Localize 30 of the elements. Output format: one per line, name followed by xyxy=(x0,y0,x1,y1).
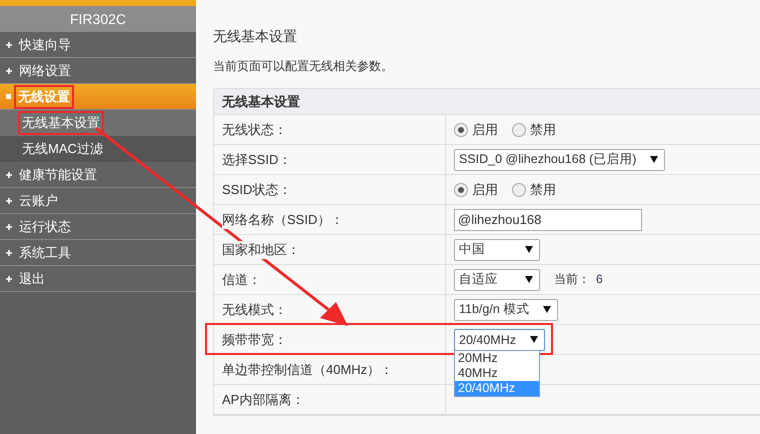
square-icon xyxy=(6,94,11,99)
plus-icon xyxy=(6,224,12,230)
caret-icon xyxy=(525,246,533,253)
caret-icon xyxy=(543,306,552,313)
plus-icon xyxy=(6,172,12,178)
plus-icon xyxy=(6,276,12,282)
page-title: 无线基本设置 xyxy=(213,28,298,46)
dropdown-select[interactable]: 自适应 xyxy=(454,268,540,290)
radio-option[interactable]: 启用 xyxy=(454,180,498,198)
dropdown-select[interactable]: 11b/g/n 模式 xyxy=(454,298,558,320)
caret-icon xyxy=(650,156,658,163)
sidebar-subitem[interactable]: 无线基本设置 xyxy=(0,110,196,136)
sidebar-subitem[interactable]: 无线MAC过滤 xyxy=(0,136,196,162)
current-channel-label: 当前： 6 xyxy=(554,271,603,288)
input-field[interactable]: @lihezhou168 xyxy=(454,208,642,230)
caret-icon xyxy=(525,276,533,283)
radio-option[interactable]: 禁用 xyxy=(512,180,556,198)
device-title: FIR302C xyxy=(0,6,196,32)
plus-icon xyxy=(6,68,12,74)
dropdown-select[interactable]: SSID_0 @lihezhou168 (已启用) xyxy=(454,148,666,170)
dropdown-select[interactable]: 中国 xyxy=(454,238,540,260)
page-description: 当前页面可以配置无线相关参数。 xyxy=(213,58,394,75)
table-header: 无线基本设置 xyxy=(214,89,760,115)
radio-option[interactable]: 禁用 xyxy=(512,120,556,138)
plus-icon xyxy=(6,42,12,48)
plus-icon xyxy=(6,250,12,256)
plus-icon xyxy=(6,198,12,204)
radio-option[interactable]: 启用 xyxy=(454,120,498,138)
dropdown-select[interactable]: 20/40MHz xyxy=(454,328,545,350)
caret-icon xyxy=(530,336,538,343)
